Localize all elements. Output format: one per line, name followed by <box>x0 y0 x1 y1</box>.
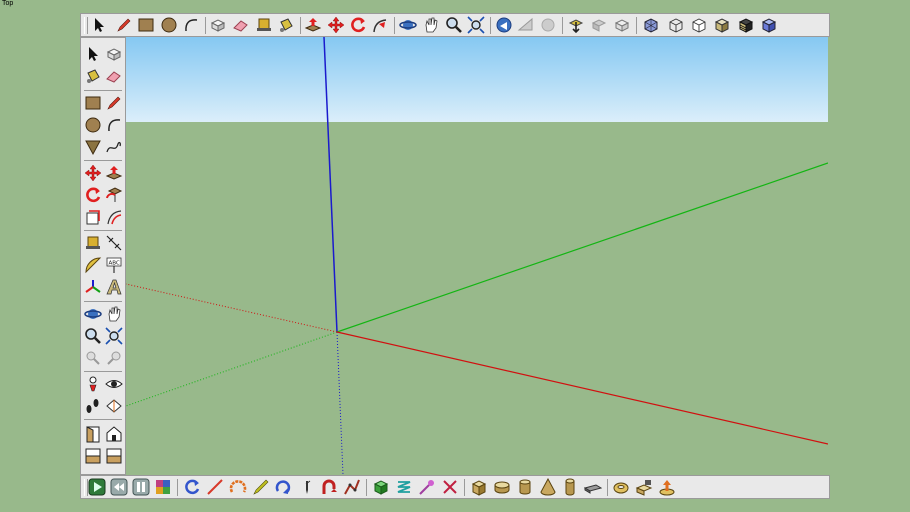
play-icon[interactable] <box>88 478 106 496</box>
export-icon[interactable] <box>658 478 676 496</box>
pause-icon[interactable] <box>132 478 150 496</box>
rectangle-icon[interactable] <box>84 94 102 112</box>
freehand-icon[interactable] <box>105 138 123 156</box>
standard-views-icon[interactable] <box>539 16 557 34</box>
line-tool-icon[interactable] <box>206 478 224 496</box>
make-component-icon[interactable] <box>105 45 123 63</box>
dropper-icon[interactable] <box>297 478 315 496</box>
axes-icon[interactable] <box>84 278 102 296</box>
previous-icon[interactable] <box>84 349 102 367</box>
next-view-icon[interactable] <box>517 16 535 34</box>
lift-icon[interactable] <box>635 478 653 496</box>
spring-icon[interactable] <box>395 478 413 496</box>
component-1-icon[interactable] <box>84 425 102 443</box>
component-3-icon[interactable] <box>84 447 102 465</box>
eraser-icon[interactable] <box>105 67 123 85</box>
bottom-toolbar <box>80 475 830 499</box>
follow-me-icon[interactable] <box>371 16 389 34</box>
pan-hand-icon[interactable] <box>105 305 123 323</box>
next-icon[interactable] <box>105 349 123 367</box>
plate-icon[interactable] <box>584 478 602 496</box>
monochrome-icon[interactable] <box>760 16 778 34</box>
arc-icon[interactable] <box>105 116 123 134</box>
shaded-icon[interactable] <box>713 16 731 34</box>
curve-tool-icon[interactable] <box>343 478 361 496</box>
polygon-icon[interactable] <box>84 138 102 156</box>
walk-icon[interactable] <box>84 397 102 415</box>
shaded-textures-icon[interactable] <box>737 16 755 34</box>
magnet-icon[interactable] <box>320 478 338 496</box>
component-4-icon[interactable] <box>105 447 123 465</box>
sky <box>126 37 828 122</box>
zoom-icon[interactable] <box>84 327 102 345</box>
component-2-icon[interactable] <box>105 425 123 443</box>
orbit-icon[interactable] <box>399 16 417 34</box>
orbit-icon[interactable] <box>84 305 102 323</box>
text-icon[interactable]: ABC <box>105 256 123 274</box>
reload-icon[interactable] <box>274 478 292 496</box>
rectangle-icon[interactable] <box>137 16 155 34</box>
zoom-extents-icon[interactable] <box>467 16 485 34</box>
cylinder-flat-icon[interactable] <box>493 478 511 496</box>
circle-icon[interactable] <box>160 16 178 34</box>
left-toolbar: ABC <box>80 37 126 475</box>
push-pull-icon[interactable] <box>105 164 123 182</box>
position-camera-icon[interactable] <box>84 375 102 393</box>
tape-measure-icon[interactable] <box>84 234 102 252</box>
protractor-icon[interactable] <box>84 256 102 274</box>
zoom-icon[interactable] <box>445 16 463 34</box>
material-icon[interactable] <box>154 478 172 496</box>
box-primitive-icon[interactable] <box>470 478 488 496</box>
arc-tool-icon[interactable] <box>229 478 247 496</box>
rotate-icon[interactable] <box>349 16 367 34</box>
cross-icon[interactable] <box>441 478 459 496</box>
svg-text:ABC: ABC <box>109 261 120 267</box>
tape-measure-icon[interactable] <box>255 16 273 34</box>
front-view-icon[interactable] <box>613 16 631 34</box>
model-viewport[interactable] <box>126 37 828 475</box>
paint-bucket-icon[interactable] <box>84 67 102 85</box>
make-component-icon[interactable] <box>209 16 227 34</box>
push-pull-icon[interactable] <box>304 16 322 34</box>
pan-hand-icon[interactable] <box>422 16 440 34</box>
toolbar-grip[interactable] <box>84 17 88 34</box>
rewind-icon[interactable] <box>110 478 128 496</box>
pencil-line-icon[interactable] <box>115 16 133 34</box>
section-plane-icon[interactable] <box>105 397 123 415</box>
rotate-icon[interactable] <box>84 186 102 204</box>
refresh-icon[interactable] <box>183 478 201 496</box>
3d-text-icon[interactable] <box>105 278 123 296</box>
tube-icon[interactable] <box>561 478 579 496</box>
ground <box>126 122 828 475</box>
top-toolbar <box>80 13 830 37</box>
scale-icon[interactable] <box>84 208 102 226</box>
top-view-icon[interactable] <box>590 16 608 34</box>
cylinder-icon[interactable] <box>516 478 534 496</box>
xray-icon[interactable] <box>642 16 660 34</box>
pencil-icon[interactable] <box>252 478 270 496</box>
dimension-icon[interactable] <box>105 234 123 252</box>
select-icon[interactable] <box>84 45 102 63</box>
view-label: Top <box>2 0 14 7</box>
look-around-icon[interactable] <box>105 375 123 393</box>
cube-icon[interactable] <box>372 478 390 496</box>
paint-bucket-icon[interactable] <box>277 16 295 34</box>
offset-icon[interactable] <box>105 208 123 226</box>
pencil-line-icon[interactable] <box>105 94 123 112</box>
arc-icon[interactable] <box>182 16 200 34</box>
move-icon[interactable] <box>84 164 102 182</box>
follow-me-icon[interactable] <box>105 186 123 204</box>
move-icon[interactable] <box>327 16 345 34</box>
iso-view-icon[interactable] <box>567 16 585 34</box>
eraser-icon[interactable] <box>232 16 250 34</box>
cone-icon[interactable] <box>539 478 557 496</box>
wand-icon[interactable] <box>418 478 436 496</box>
wireframe-icon[interactable] <box>667 16 685 34</box>
previous-view-icon[interactable] <box>495 16 513 34</box>
hidden-line-icon[interactable] <box>690 16 708 34</box>
zoom-window-icon[interactable] <box>105 327 123 345</box>
circle-icon[interactable] <box>84 116 102 134</box>
select-icon[interactable] <box>90 16 108 34</box>
torus-icon[interactable] <box>612 478 630 496</box>
